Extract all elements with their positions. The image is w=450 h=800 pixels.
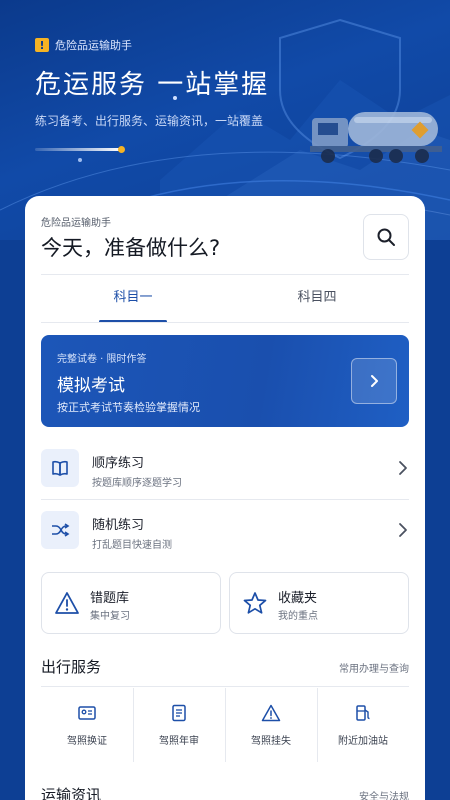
wrong-questions-sub: 集中复习 — [90, 611, 130, 622]
chevron-right-icon — [399, 461, 407, 475]
mock-exam-go-button[interactable] — [351, 358, 397, 404]
hero-subtitle: 练习备考、出行服务、运输资讯，一站覆盖 — [35, 114, 264, 128]
wrong-questions-title: 错题库 — [90, 591, 130, 606]
sequential-practice-item[interactable]: 顺序练习 按题库顺序逐题学习 — [41, 438, 409, 500]
service-label: 附近加油站 — [338, 736, 388, 747]
hero-badge: ! 危险品运输助手 — [35, 37, 132, 53]
chevron-right-icon — [371, 375, 378, 387]
main-card: 危险品运输助手 今天，准备做什么? 科目一 科目四 完整试卷 · 限时作答 模拟… — [25, 196, 425, 800]
service-label: 驾照挂失 — [251, 736, 291, 747]
search-button[interactable] — [363, 214, 409, 260]
hero-title: 危运服务 一站掌握 — [35, 70, 270, 100]
services-divider — [41, 686, 409, 687]
mock-exam-desc: 按正式考试节奏检验掌握情况 — [57, 401, 200, 414]
card-question: 今天，准备做什么? — [41, 236, 221, 260]
services-section-link[interactable]: 常用办理与查询 — [339, 660, 409, 675]
news-section-link[interactable]: 安全与法规 — [359, 788, 409, 800]
service-license-renewal[interactable]: 驾照换证 — [41, 688, 133, 762]
services-section-title: 出行服务 — [41, 658, 102, 676]
search-icon — [377, 228, 395, 246]
tabs-divider — [41, 322, 409, 323]
mock-exam-card[interactable]: 完整试卷 · 限时作答 模拟考试 按正式考试节奏检验掌握情况 — [41, 335, 409, 427]
card-app-label: 危险品运输助手 — [41, 218, 111, 229]
favorites-tile[interactable]: 收藏夹 我的重点 — [229, 572, 409, 634]
book-icon — [41, 449, 79, 487]
id-card-icon — [78, 706, 96, 720]
hero-badge-text: 危险品运输助手 — [55, 39, 132, 52]
service-label: 驾照年审 — [159, 736, 199, 747]
service-license-loss-report[interactable]: 驾照挂失 — [225, 688, 317, 762]
favorites-sub: 我的重点 — [278, 611, 318, 622]
random-practice-sub: 打乱题目快速自测 — [92, 540, 172, 551]
chevron-right-icon — [399, 523, 407, 537]
alert-icon — [261, 704, 281, 722]
sequential-practice-title: 顺序练习 — [92, 456, 145, 471]
fuel-pump-icon — [356, 705, 370, 721]
tab-subject-four[interactable]: 科目四 — [247, 286, 387, 305]
warning-icon — [55, 592, 79, 614]
random-practice-item[interactable]: 随机练习 打乱题目快速自测 — [41, 500, 409, 562]
service-label: 驾照换证 — [67, 736, 107, 747]
favorites-title: 收藏夹 — [278, 591, 318, 606]
star-icon — [243, 592, 267, 614]
warning-badge-icon: ! — [35, 38, 49, 52]
random-practice-title: 随机练习 — [92, 518, 145, 533]
sequential-practice-sub: 按题库顺序逐题学习 — [92, 478, 182, 489]
hero-accent-bar — [35, 148, 121, 151]
divider — [41, 274, 409, 275]
shuffle-icon — [41, 511, 79, 549]
service-nearby-gas-station[interactable]: 附近加油站 — [317, 688, 409, 762]
wrong-questions-tile[interactable]: 错题库 集中复习 — [41, 572, 221, 634]
service-license-annual-review[interactable]: 驾照年审 — [133, 688, 225, 762]
news-section-title: 运输资讯 — [41, 786, 102, 800]
mock-exam-title: 模拟考试 — [57, 376, 125, 396]
document-icon — [172, 704, 186, 722]
tab-subject-one[interactable]: 科目一 — [63, 286, 203, 305]
hero-accent-dot — [118, 146, 125, 153]
mock-exam-tag: 完整试卷 · 限时作答 — [57, 354, 147, 365]
